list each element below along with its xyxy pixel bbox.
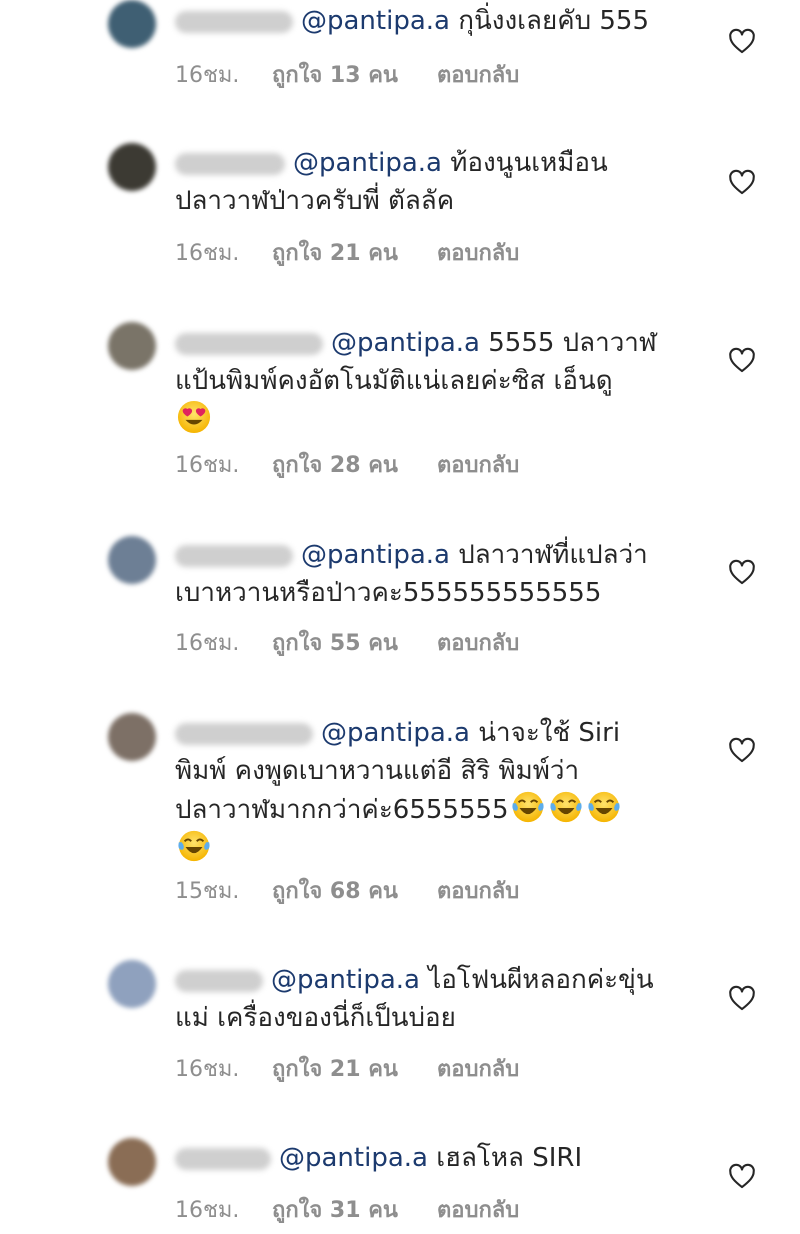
timestamp: 16ชม.	[175, 1057, 240, 1082]
comment-meta: 16ชม. ถูกใจ 31 คน ตอบกลับ	[175, 1192, 519, 1227]
comment-text: ปลาวาฬที่แปลว่า	[458, 540, 648, 570]
comment-text-line2: เบาหวานหรือป่าวคะ555555555555	[175, 578, 602, 608]
comment-text: กุนิ่งงเลยคับ 555	[458, 6, 649, 36]
avatar[interactable]	[108, 0, 156, 48]
comment-text: ไอโฟนผีหลอกค่ะขุ่น	[428, 965, 654, 995]
reply-button[interactable]: ตอบกลับ	[437, 57, 519, 92]
comment-body: @pantipa.a น่าจะใช้ Siri พิมพ์ คงพูดเบาห…	[175, 714, 675, 868]
tears-of-joy-emoji-icon	[550, 791, 582, 823]
tears-of-joy-emoji-icon	[588, 791, 620, 823]
like-count[interactable]: ถูกใจ 55 คน	[272, 625, 437, 660]
reply-button[interactable]: ตอบกลับ	[437, 447, 519, 482]
timestamp: 15ชม.	[175, 879, 240, 904]
mention-link[interactable]: @pantipa.a	[331, 328, 480, 358]
tears-of-joy-emoji-icon	[178, 830, 210, 862]
heart-outline-icon[interactable]	[728, 169, 756, 195]
mention-link[interactable]: @pantipa.a	[301, 6, 450, 36]
username-blurred[interactable]	[175, 722, 313, 745]
reply-button[interactable]: ตอบกลับ	[437, 1051, 519, 1086]
mention-link[interactable]: @pantipa.a	[321, 718, 470, 748]
heart-outline-icon[interactable]	[728, 28, 756, 54]
avatar[interactable]	[108, 960, 156, 1008]
comment-body: @pantipa.a เฮลโหล SIRI	[175, 1139, 675, 1177]
comment-text: 5555 ปลาวาฬ	[488, 328, 657, 358]
username-blurred[interactable]	[175, 10, 293, 33]
reply-button[interactable]: ตอบกลับ	[437, 1192, 519, 1227]
reply-button[interactable]: ตอบกลับ	[437, 873, 519, 908]
avatar[interactable]	[108, 713, 156, 761]
heart-outline-icon[interactable]	[728, 737, 756, 763]
timestamp: 16ชม.	[175, 63, 240, 88]
comment-meta: 16ชม. ถูกใจ 13 คน ตอบกลับ	[175, 57, 519, 92]
like-count[interactable]: ถูกใจ 68 คน	[272, 873, 437, 908]
like-count[interactable]: ถูกใจ 13 คน	[272, 57, 437, 92]
timestamp: 16ชม.	[175, 631, 240, 656]
comment-text: เฮลโหล SIRI	[436, 1143, 583, 1173]
comment-text-line2: ปลาวาฬป่าวครับพี่ ตัลลัค	[175, 186, 455, 216]
like-count[interactable]: ถูกใจ 21 คน	[272, 235, 437, 270]
heart-outline-icon[interactable]	[728, 559, 756, 585]
mention-link[interactable]: @pantipa.a	[271, 965, 420, 995]
tears-of-joy-emoji-icon	[512, 791, 544, 823]
like-count[interactable]: ถูกใจ 28 คน	[272, 447, 437, 482]
avatar[interactable]	[108, 322, 156, 370]
mention-link[interactable]: @pantipa.a	[301, 540, 450, 570]
comment-meta: 15ชม. ถูกใจ 68 คน ตอบกลับ	[175, 873, 519, 908]
heart-eyes-emoji-icon	[177, 400, 211, 434]
reply-button[interactable]: ตอบกลับ	[437, 625, 519, 660]
comment-body: @pantipa.a ไอโฟนผีหลอกค่ะขุ่น แม่ เครื่อ…	[175, 961, 675, 1037]
comment-body: @pantipa.a ท้องนูนเหมือน ปลาวาฬป่าวครับพ…	[175, 144, 675, 220]
like-count[interactable]: ถูกใจ 21 คน	[272, 1051, 437, 1086]
timestamp: 16ชม.	[175, 453, 240, 478]
comment-text-line3: ปลาวาฬมากกว่าค่ะ6555555	[175, 795, 509, 825]
comment-meta: 16ชม. ถูกใจ 55 คน ตอบกลับ	[175, 625, 519, 660]
avatar[interactable]	[108, 1138, 156, 1186]
comment-body: @pantipa.a ปลาวาฬที่แปลว่า เบาหวานหรือป่…	[175, 536, 675, 612]
username-blurred[interactable]	[175, 1147, 271, 1170]
reply-button[interactable]: ตอบกลับ	[437, 235, 519, 270]
like-count[interactable]: ถูกใจ 31 คน	[272, 1192, 437, 1227]
username-blurred[interactable]	[175, 152, 285, 175]
avatar[interactable]	[108, 536, 156, 584]
comment-text-line2: พิมพ์ คงพูดเบาหวานแต่อี สิริ พิมพ์ว่า	[175, 756, 580, 786]
timestamp: 16ชม.	[175, 241, 240, 266]
username-blurred[interactable]	[175, 544, 293, 567]
avatar[interactable]	[108, 143, 156, 191]
comment-text: ท้องนูนเหมือน	[450, 148, 608, 178]
comment-text-line2: แป้นพิมพ์คงอัตโนมัติแน่เลยค่ะซิส เอ็นดู	[175, 366, 613, 396]
mention-link[interactable]: @pantipa.a	[293, 148, 442, 178]
comment-text-line2: แม่ เครื่องของนี่ก็เป็นบ่อย	[175, 1003, 456, 1033]
comment-meta: 16ชม. ถูกใจ 28 คน ตอบกลับ	[175, 447, 519, 482]
heart-outline-icon[interactable]	[728, 985, 756, 1011]
username-blurred[interactable]	[175, 332, 323, 355]
comment-body: @pantipa.a 5555 ปลาวาฬ แป้นพิมพ์คงอัตโนม…	[175, 324, 675, 439]
mention-link[interactable]: @pantipa.a	[279, 1143, 428, 1173]
comment-meta: 16ชม. ถูกใจ 21 คน ตอบกลับ	[175, 235, 519, 270]
comment-text: น่าจะใช้ Siri	[478, 718, 621, 748]
comment-meta: 16ชม. ถูกใจ 21 คน ตอบกลับ	[175, 1051, 519, 1086]
timestamp: 16ชม.	[175, 1198, 240, 1223]
heart-outline-icon[interactable]	[728, 347, 756, 373]
heart-outline-icon[interactable]	[728, 1163, 756, 1189]
username-blurred[interactable]	[175, 969, 263, 992]
comment-body: @pantipa.a กุนิ่งงเลยคับ 555	[175, 2, 675, 40]
